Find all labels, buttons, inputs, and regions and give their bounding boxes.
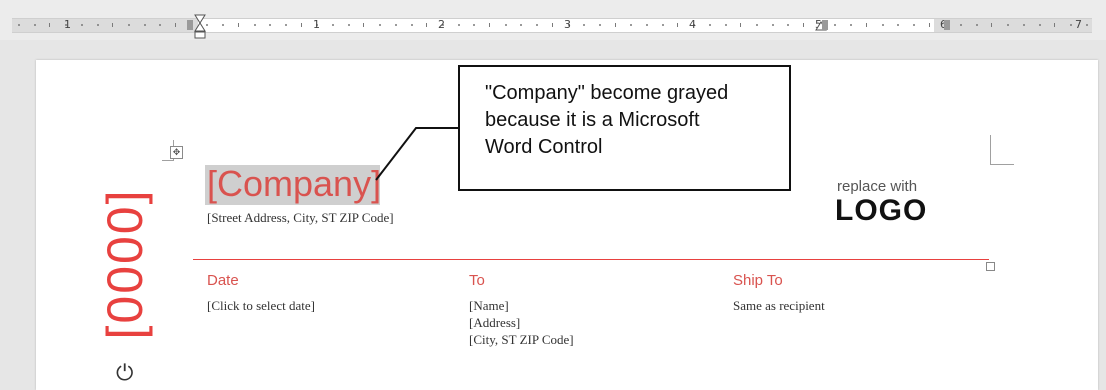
ruler-tick <box>991 23 993 27</box>
ruler-number: 3 <box>564 18 571 31</box>
ruler-tick <box>457 24 460 26</box>
logo-placeholder-caption: replace with <box>837 178 918 195</box>
ruler-tick <box>284 24 287 26</box>
ruler-tick <box>426 23 428 27</box>
ruler-tick <box>771 24 774 26</box>
ruler-tick <box>661 24 664 26</box>
ruler-tick <box>520 24 523 26</box>
power-icon: ⏻ <box>116 360 134 385</box>
ruler-tick <box>489 23 490 27</box>
annotation-callout: "Company" become grayed because it is a … <box>458 65 791 191</box>
company-content-control[interactable]: [Company] <box>207 163 381 205</box>
ruler-tick <box>646 24 648 26</box>
ruler-number: 2 <box>438 18 445 31</box>
ruler-left-margin <box>12 19 198 32</box>
ruler-tick <box>143 24 146 26</box>
margin-corner-mark <box>162 160 174 161</box>
table-resize-handle[interactable] <box>986 262 995 271</box>
ruler-tick <box>960 24 962 26</box>
callout-text-line: because it is a Microsoft <box>485 109 700 131</box>
recipient-name-field[interactable]: [Name] <box>469 298 509 314</box>
ruler-tick <box>379 24 382 26</box>
ruler-tick <box>300 23 302 27</box>
ruler-tick <box>96 24 99 26</box>
left-indent-marker-icon[interactable] <box>193 14 207 40</box>
ruler-number: 7 <box>1075 18 1082 31</box>
ruler-tick <box>363 23 365 27</box>
ruler-tick <box>975 24 978 26</box>
ruler-tick <box>49 23 51 27</box>
ruler-number: 1 <box>313 18 320 31</box>
ruler-tick <box>332 24 334 26</box>
ruler-tick <box>897 24 900 26</box>
ruler-tick <box>724 24 727 26</box>
table-column-marker-icon[interactable] <box>822 19 828 31</box>
ruler-tick <box>80 24 83 26</box>
ruler-tick <box>237 23 239 27</box>
ruler-tick <box>253 24 256 26</box>
ruler-tick <box>583 24 586 26</box>
ruler-strip[interactable]: 1 1 2 3 4 5 6 7 <box>12 18 1092 33</box>
ruler-tick <box>112 23 114 27</box>
ruler-tick <box>473 24 476 26</box>
ruler-tick <box>740 23 742 27</box>
ruler-tick <box>551 23 553 27</box>
ruler-tick <box>865 23 867 27</box>
ruler-tick <box>677 23 679 27</box>
ruler-tick <box>787 24 790 26</box>
callout-text-line: Word Control <box>485 136 603 158</box>
recipient-city-field[interactable]: [City, ST ZIP Code] <box>469 332 574 348</box>
header-divider <box>193 259 989 260</box>
logo-placeholder[interactable]: LOGO <box>835 194 927 228</box>
ruler-tick <box>175 23 176 27</box>
ruler-tick <box>504 24 507 26</box>
ship-to-heading: Ship To <box>733 272 783 289</box>
table-move-handle[interactable]: ✥ <box>170 146 183 159</box>
invoice-number-vertical[interactable]: [0000] <box>96 188 154 339</box>
ruler-tick <box>536 24 539 26</box>
ruler-tick <box>33 24 36 26</box>
ruler-tick <box>394 24 397 26</box>
margin-corner-mark <box>990 135 991 165</box>
ship-to-field[interactable]: Same as recipient <box>733 298 825 314</box>
table-column-marker-icon[interactable] <box>187 19 193 31</box>
ruler-tick <box>347 24 350 26</box>
to-heading: To <box>469 272 485 289</box>
recipient-address-field[interactable]: [Address] <box>469 315 520 331</box>
ruler-tick <box>928 23 930 27</box>
ruler-tick <box>850 24 853 26</box>
date-heading: Date <box>207 272 239 289</box>
ruler-number: 1 <box>64 18 71 31</box>
ruler-tick <box>598 24 601 26</box>
ruler-tick <box>222 24 225 26</box>
ruler-tick <box>1022 24 1025 26</box>
ruler-tick <box>1085 24 1088 26</box>
callout-text-line: "Company" become grayed <box>485 82 729 104</box>
margin-corner-mark <box>990 164 1014 165</box>
ruler-number: 4 <box>689 18 696 31</box>
ruler-tick <box>708 24 711 26</box>
table-column-marker-icon[interactable] <box>944 19 950 31</box>
ruler-tick <box>881 24 884 26</box>
horizontal-ruler[interactable]: 1 1 2 3 4 5 6 7 <box>0 0 1106 40</box>
ruler-tick <box>755 24 758 26</box>
ruler-tick <box>1054 23 1056 27</box>
ruler-tick <box>269 24 272 26</box>
date-field[interactable]: [Click to select date] <box>207 298 315 314</box>
ruler-tick <box>1038 24 1041 26</box>
ruler-tick <box>834 24 837 26</box>
move-arrows-icon: ✥ <box>172 147 181 157</box>
ruler-tick <box>1069 24 1072 26</box>
ruler-tick <box>614 23 616 27</box>
ruler-tick <box>630 24 633 26</box>
ruler-tick <box>410 24 413 26</box>
ruler-tick <box>803 23 804 27</box>
ruler-right-margin <box>934 19 1092 32</box>
ruler-tick <box>127 24 130 26</box>
ruler-tick <box>18 24 20 26</box>
street-address-field[interactable]: [Street Address, City, ST ZIP Code] <box>207 210 394 226</box>
ruler-tick <box>912 24 915 26</box>
